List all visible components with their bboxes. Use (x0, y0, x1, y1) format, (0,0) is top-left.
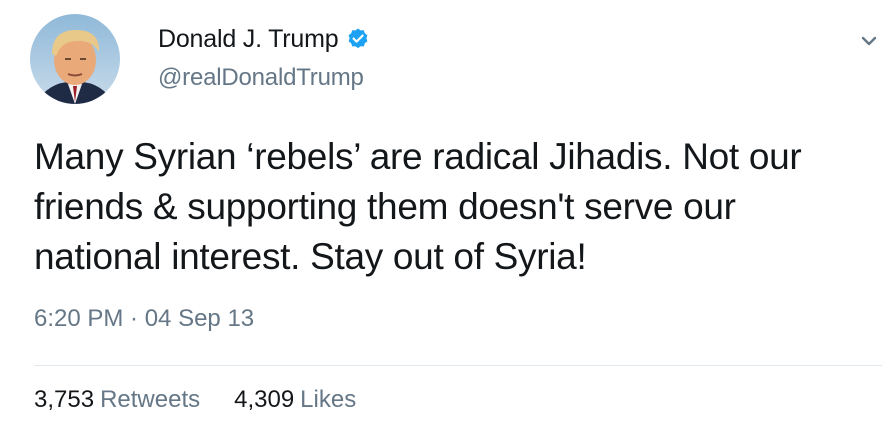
author-block: Donald J. Trump @realDonaldTrump (158, 22, 370, 92)
retweets-label: Retweets (100, 386, 201, 413)
author-name-row: Donald J. Trump (158, 22, 370, 56)
likes-count: 4,309 (234, 386, 295, 413)
author-handle[interactable]: @realDonaldTrump (158, 64, 370, 92)
tweet-stats: 3,753 Retweets 4,309 Likes (34, 386, 356, 414)
tweet-text: Many Syrian ‘rebels’ are radical Jihadis… (34, 132, 889, 282)
divider (34, 365, 882, 366)
chevron-down-icon[interactable] (858, 30, 880, 52)
retweets-stat[interactable]: 3,753 Retweets (34, 386, 200, 414)
tweet-text-line: friends & supporting them doesn't serve … (34, 186, 736, 227)
tweet-text-line: national interest. Stay out of Syria! (34, 236, 587, 277)
tweet-card: Donald J. Trump @realDonaldTrump Many Sy… (0, 0, 892, 432)
retweets-count: 3,753 (34, 386, 95, 413)
likes-stat[interactable]: 4,309 Likes (234, 386, 356, 414)
avatar-image (30, 14, 120, 104)
tweet-text-line: Many Syrian ‘rebels’ are radical Jihadis… (34, 136, 802, 177)
likes-label: Likes (300, 386, 357, 413)
author-display-name[interactable]: Donald J. Trump (158, 25, 339, 54)
verified-badge-icon (346, 27, 370, 51)
avatar[interactable] (30, 14, 120, 104)
tweet-timestamp[interactable]: 6:20 PM · 04 Sep 13 (34, 305, 254, 333)
